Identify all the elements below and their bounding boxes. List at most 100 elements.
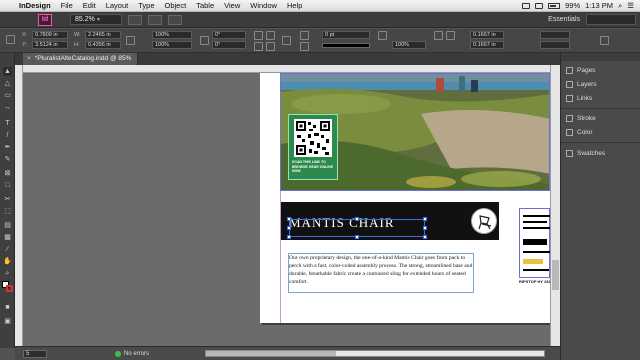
constrain-scale-icon[interactable] [200,36,209,45]
rectangle-tool-icon[interactable]: □ [3,181,12,190]
shear-field[interactable]: 0° [212,41,246,49]
panel-menu-icon[interactable] [600,36,609,45]
menu-table[interactable]: Table [191,1,219,10]
line-tool-icon[interactable]: / [3,131,12,140]
flip-vertical-icon[interactable] [266,42,275,51]
horizontal-scrollbar[interactable] [205,350,545,357]
column-gap-field[interactable] [540,31,570,39]
zoom-level-field[interactable]: 85.2% ▾ [70,14,122,25]
menu-edit[interactable]: Edit [78,1,101,10]
resize-handle[interactable] [287,226,291,230]
stroke-type-selector[interactable] [322,43,370,48]
help-search-field[interactable] [586,14,636,25]
workspace-switcher[interactable]: Essentials [548,16,580,23]
resize-handle[interactable] [355,235,359,239]
pencil-tool-icon[interactable]: ✎ [3,155,12,164]
gap-tool-icon[interactable]: ↔ [3,103,12,112]
resize-handle[interactable] [423,226,427,230]
menu-app-name[interactable]: InDesign [14,1,56,10]
resize-handle[interactable] [287,217,291,221]
fill-swatch-icon[interactable] [300,31,309,40]
panel-pages[interactable]: Pages [561,64,640,77]
scale-x-field[interactable]: 100% [152,31,192,39]
clock[interactable]: 1:13 PM [585,1,613,10]
rectangle-frame-tool-icon[interactable]: ⊠ [3,169,12,178]
menu-view[interactable]: View [219,1,245,10]
vertical-scroll-thumb[interactable] [552,260,559,290]
spacing-y-field[interactable]: 0.1667 in [470,41,504,49]
page-tool-icon[interactable]: ▭ [3,91,12,100]
rotate-ccw-icon[interactable] [266,31,275,40]
menu-window[interactable]: Window [245,1,282,10]
resize-handle[interactable] [423,235,427,239]
menu-list-icon[interactable]: ☰ [627,1,634,10]
panel-links[interactable]: Links [561,92,640,105]
side-spec-graphic[interactable] [519,208,550,278]
eyedropper-tool-icon[interactable]: ⁄ [3,245,12,254]
panel-swatches[interactable]: Swatches [561,147,640,160]
panel-dock-header[interactable] [561,53,640,61]
gutter-field[interactable] [540,41,570,49]
stroke-color-icon[interactable] [6,285,13,292]
chevron-down-icon[interactable]: ▾ [97,17,100,23]
vertical-scrollbar[interactable] [550,65,560,346]
wifi-icon[interactable] [522,2,531,9]
gradient-tool-icon[interactable]: ▤ [3,221,12,230]
rotate-cw-icon[interactable] [254,31,263,40]
rotation-field[interactable]: 0° [212,31,246,39]
opacity-field[interactable]: 100% [392,41,426,49]
resize-handle[interactable] [287,235,291,239]
document-page[interactable]: SCAN THIS LINK TO BROWSE GEAR ONLINE NOW… [260,73,550,323]
effects-icon[interactable] [378,31,387,40]
spacing-x-field[interactable]: 0.1667 in [470,31,504,39]
scissors-tool-icon[interactable]: ✂ [3,195,12,204]
horizontal-scroll-thumb[interactable] [206,351,336,356]
preflight-status-icon[interactable] [115,351,121,357]
stroke-swatch-icon[interactable] [300,42,309,51]
fitting-icon[interactable] [446,31,455,40]
volume-icon[interactable] [535,2,544,9]
resize-handle[interactable] [423,217,427,221]
select-container-icon[interactable] [282,36,291,45]
battery-icon[interactable] [548,2,561,9]
view-options-button[interactable] [128,14,142,25]
menu-layout[interactable]: Layout [101,1,134,10]
flip-horizontal-icon[interactable] [254,42,263,51]
selection-tool-icon[interactable]: ▲ [3,67,12,76]
height-field[interactable]: 0.4356 in [85,41,121,49]
note-tool-icon[interactable]: ▦ [3,233,12,242]
product-description[interactable]: Our own proprietary design, the one-of-a… [289,254,473,286]
close-icon[interactable]: × [27,55,31,62]
resize-handle[interactable] [355,217,359,221]
constrain-proportions-icon[interactable] [126,36,135,45]
menu-file[interactable]: File [56,1,78,10]
screen-mode-button[interactable] [148,14,162,25]
zoom-tool-icon[interactable]: ⌕ [3,269,12,278]
horizontal-ruler[interactable] [23,65,550,73]
pasteboard[interactable]: SCAN THIS LINK TO BROWSE GEAR ONLINE NOW… [23,73,550,346]
beach-photo-frame[interactable]: SCAN THIS LINK TO BROWSE GEAR ONLINE NOW [280,73,550,191]
menu-help[interactable]: Help [282,1,307,10]
x-position-field[interactable]: 0.7809 in [32,31,68,39]
panel-stroke[interactable]: Stroke [561,112,640,125]
arrange-documents-button[interactable] [168,14,182,25]
apply-color-icon[interactable]: ■ [3,303,12,312]
page-number-field[interactable]: 5 [23,350,47,358]
vertical-ruler[interactable] [15,65,23,346]
preflight-status[interactable]: No errors [124,350,149,358]
spotlight-icon[interactable]: ⌕ [618,1,622,11]
document-tab[interactable]: × *PluralistAlteCatalog.indd @ 85% [23,53,139,65]
menu-object[interactable]: Object [160,1,192,10]
scale-y-field[interactable]: 100% [152,41,192,49]
free-transform-tool-icon[interactable]: ⬚ [3,207,12,216]
screen-mode-icon[interactable]: ▣ [3,317,12,326]
width-field[interactable]: 2.2465 in [85,31,121,39]
pen-tool-icon[interactable]: ✒ [3,143,12,152]
type-tool-icon[interactable]: T [3,119,12,128]
qr-code-panel[interactable]: SCAN THIS LINK TO BROWSE GEAR ONLINE NOW [288,114,338,180]
text-wrap-icon[interactable] [434,31,443,40]
menu-type[interactable]: Type [133,1,159,10]
stroke-weight-field[interactable]: 0 pt [322,31,370,39]
hand-tool-icon[interactable]: ✋ [3,257,12,266]
panel-color[interactable]: Color [561,126,640,139]
